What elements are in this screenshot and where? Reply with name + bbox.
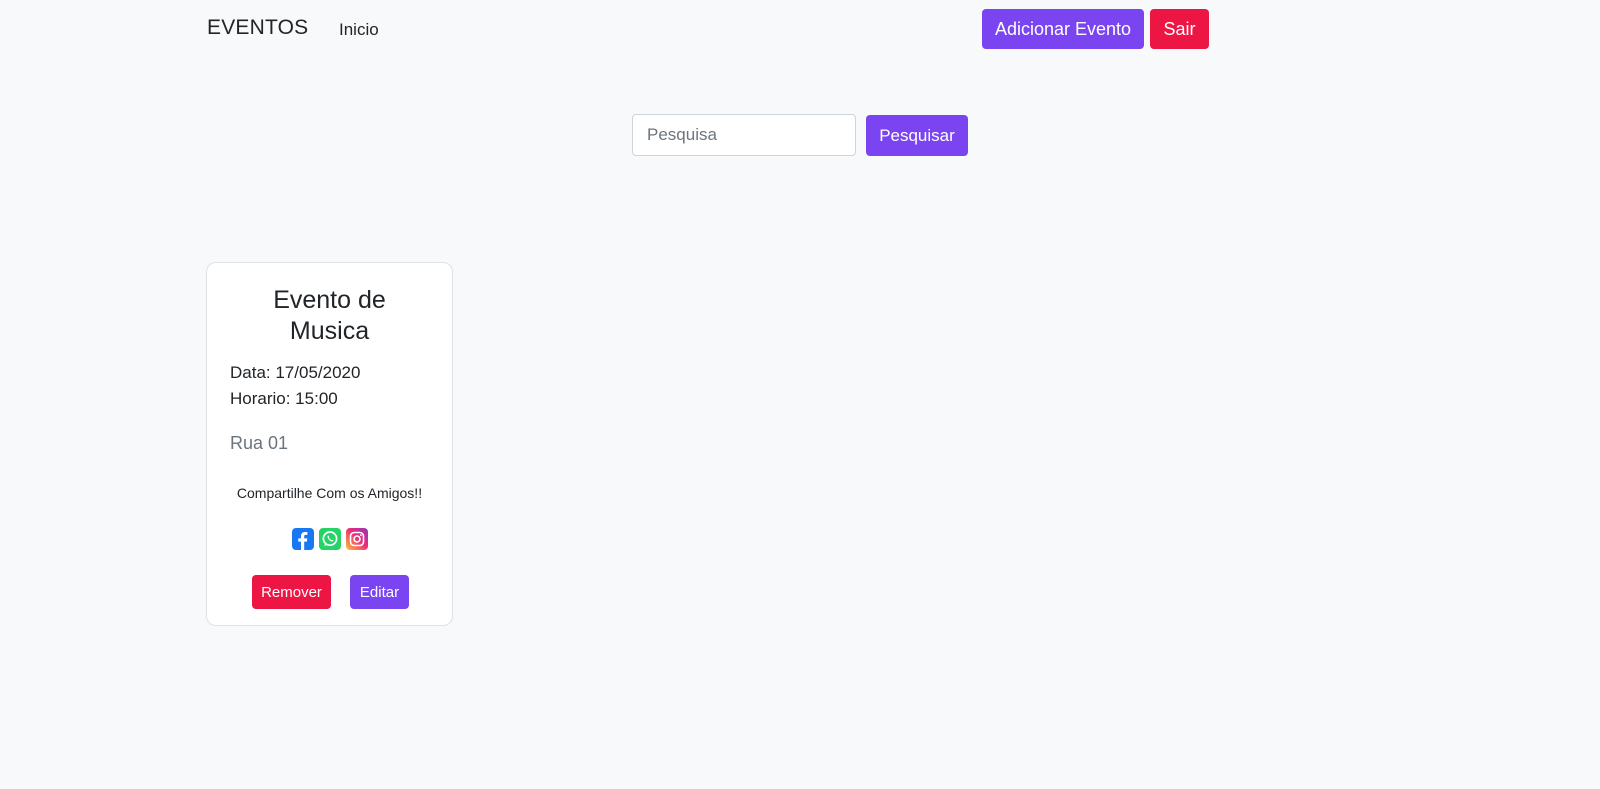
whatsapp-icon[interactable] [319, 528, 341, 550]
share-text: Compartilhe Com os Amigos!! [236, 485, 423, 501]
nav-link-inicio[interactable]: Inicio [339, 20, 379, 40]
event-title: Evento de Musica [207, 285, 452, 347]
event-title-line-2: Musica [289, 317, 370, 345]
edit-event-button[interactable]: Editar [350, 575, 409, 609]
page: EVENTOS Inicio Adicionar Evento Sair Pes… [0, 0, 1600, 789]
add-event-button[interactable]: Adicionar Evento [982, 9, 1144, 49]
logout-button[interactable]: Sair [1150, 9, 1209, 49]
navbar-brand[interactable]: EVENTOS [207, 16, 308, 40]
event-title-line-1: Evento de [273, 286, 386, 314]
remove-event-button[interactable]: Remover [252, 575, 331, 609]
event-card: Evento de Musica Data: 17/05/2020 Horari… [206, 262, 453, 626]
event-date: Data: 17/05/2020 [230, 363, 361, 382]
event-address: Rua 01 [230, 433, 289, 453]
search-button[interactable]: Pesquisar [866, 115, 968, 156]
event-time: Horario: 15:00 [230, 389, 338, 408]
instagram-icon[interactable] [346, 528, 368, 550]
facebook-icon[interactable] [292, 528, 314, 550]
search-input[interactable] [632, 114, 856, 156]
